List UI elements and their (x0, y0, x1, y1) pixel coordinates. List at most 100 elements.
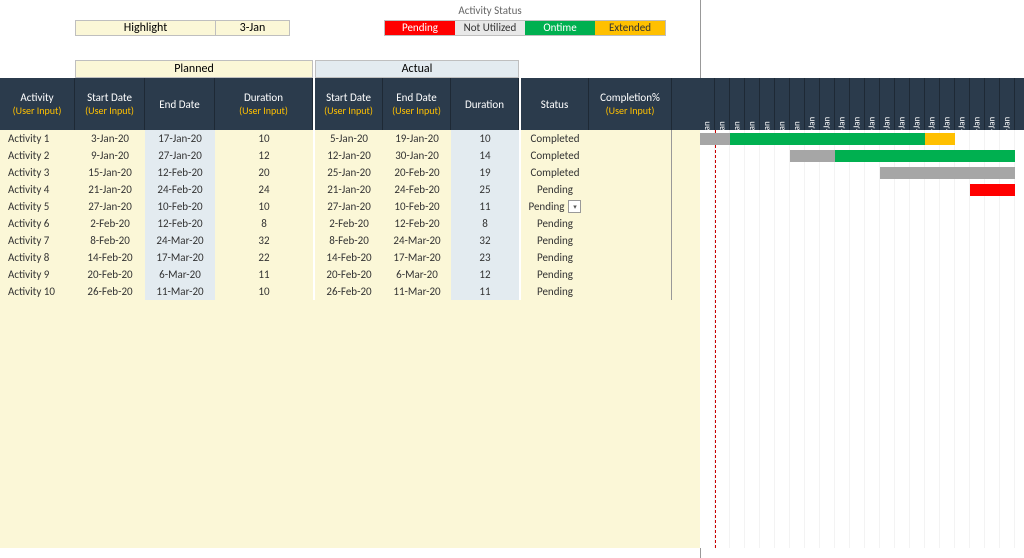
cell[interactable]: 24 (215, 181, 313, 198)
cell[interactable]: 10 (215, 283, 313, 300)
cell[interactable]: Activity 10 (0, 283, 75, 300)
cell[interactable]: 8 (451, 215, 519, 232)
cell[interactable]: 5-Jan-20 (315, 130, 383, 147)
cell[interactable]: 2-Feb-20 (75, 215, 145, 232)
cell[interactable] (589, 130, 672, 147)
cell[interactable]: 17-Mar-20 (145, 249, 215, 266)
cell[interactable]: Pending (521, 215, 589, 232)
cell[interactable]: 15-Jan-20 (75, 164, 145, 181)
cell[interactable]: 25 (451, 181, 519, 198)
cell[interactable]: Pending (521, 249, 589, 266)
cell[interactable] (589, 266, 672, 283)
cell[interactable]: 17-Jan-20 (145, 130, 215, 147)
cell[interactable]: 6-Mar-20 (383, 266, 451, 283)
gantt-bar[interactable] (790, 150, 835, 162)
cell[interactable]: 20 (215, 164, 313, 181)
cell[interactable]: 10-Feb-20 (145, 198, 215, 215)
cell[interactable]: 20-Feb-20 (75, 266, 145, 283)
cell[interactable] (589, 198, 672, 215)
cell[interactable]: 27-Jan-20 (145, 147, 215, 164)
cell[interactable]: Pending (521, 266, 589, 283)
cell[interactable]: 11-Mar-20 (383, 283, 451, 300)
cell[interactable]: 25-Jan-20 (315, 164, 383, 181)
cell[interactable]: 14 (451, 147, 519, 164)
cell[interactable]: Pending (521, 232, 589, 249)
highlight-date-cell[interactable]: 3-Jan (216, 21, 289, 35)
cell[interactable]: 23 (451, 249, 519, 266)
cell[interactable]: 8 (215, 215, 313, 232)
gantt-bar[interactable] (970, 184, 1015, 196)
cell[interactable]: 22 (215, 249, 313, 266)
cell[interactable]: 14-Feb-20 (315, 249, 383, 266)
cell[interactable]: 11 (451, 198, 519, 215)
cell[interactable]: 8-Feb-20 (75, 232, 145, 249)
cell[interactable]: 11 (215, 266, 313, 283)
cell[interactable]: 24-Mar-20 (145, 232, 215, 249)
cell[interactable]: Completed (521, 164, 589, 181)
gantt-bar[interactable] (700, 133, 730, 145)
cell[interactable]: 12-Feb-20 (145, 215, 215, 232)
cell[interactable] (589, 232, 672, 249)
cell[interactable]: 14-Feb-20 (75, 249, 145, 266)
cell[interactable]: Completed (521, 130, 589, 147)
cell[interactable]: 24-Feb-20 (383, 181, 451, 198)
cell[interactable]: 24-Mar-20 (383, 232, 451, 249)
cell[interactable]: 2-Feb-20 (315, 215, 383, 232)
cell[interactable]: Pending▾ (521, 198, 589, 215)
cell[interactable]: 27-Jan-20 (315, 198, 383, 215)
cell[interactable]: Activity 3 (0, 164, 75, 181)
cell[interactable]: Activity 9 (0, 266, 75, 283)
header-actual-start: Start Date(User Input) (315, 78, 383, 130)
cell[interactable] (589, 215, 672, 232)
cell[interactable]: 12 (451, 266, 519, 283)
cell[interactable]: 12 (215, 147, 313, 164)
cell[interactable]: Pending (521, 181, 589, 198)
cell[interactable]: Completed (521, 147, 589, 164)
cell[interactable]: Activity 1 (0, 130, 75, 147)
cell[interactable]: 21-Jan-20 (315, 181, 383, 198)
cell[interactable]: Activity 4 (0, 181, 75, 198)
cell[interactable]: 10 (451, 130, 519, 147)
cell[interactable] (589, 164, 672, 181)
cell[interactable]: Activity 6 (0, 215, 75, 232)
gantt-bar[interactable] (880, 167, 1015, 179)
cell[interactable]: 30-Jan-20 (383, 147, 451, 164)
status-dropdown-button[interactable]: ▾ (568, 200, 581, 213)
cell[interactable]: 11-Mar-20 (145, 283, 215, 300)
cell[interactable]: 10-Feb-20 (383, 198, 451, 215)
cell[interactable]: 27-Jan-20 (75, 198, 145, 215)
cell[interactable]: 19 (451, 164, 519, 181)
cell[interactable] (589, 147, 672, 164)
cell[interactable] (589, 283, 672, 300)
gantt-bar[interactable] (835, 150, 1015, 162)
cell[interactable]: 17-Mar-20 (383, 249, 451, 266)
cell[interactable]: 12-Feb-20 (383, 215, 451, 232)
cell[interactable]: 20-Feb-20 (383, 164, 451, 181)
cell[interactable] (589, 249, 672, 266)
cell[interactable]: 32 (451, 232, 519, 249)
cell[interactable]: Activity 5 (0, 198, 75, 215)
cell[interactable]: Activity 8 (0, 249, 75, 266)
cell[interactable]: 3-Jan-20 (75, 130, 145, 147)
cell[interactable]: Activity 7 (0, 232, 75, 249)
cell[interactable]: 26-Feb-20 (315, 283, 383, 300)
gantt-bar[interactable] (925, 133, 955, 145)
cell[interactable]: 8-Feb-20 (315, 232, 383, 249)
cell[interactable]: 20-Feb-20 (315, 266, 383, 283)
cell[interactable]: 10 (215, 198, 313, 215)
cell[interactable]: 12-Feb-20 (145, 164, 215, 181)
cell[interactable]: 10 (215, 130, 313, 147)
cell[interactable]: 21-Jan-20 (75, 181, 145, 198)
cell[interactable] (589, 181, 672, 198)
cell[interactable]: 12-Jan-20 (315, 147, 383, 164)
cell[interactable]: 11 (451, 283, 519, 300)
cell[interactable]: 26-Feb-20 (75, 283, 145, 300)
cell[interactable]: Pending (521, 283, 589, 300)
cell[interactable]: 19-Jan-20 (383, 130, 451, 147)
cell[interactable]: Activity 2 (0, 147, 75, 164)
cell[interactable]: 9-Jan-20 (75, 147, 145, 164)
cell[interactable]: 24-Feb-20 (145, 181, 215, 198)
cell[interactable]: 6-Mar-20 (145, 266, 215, 283)
cell[interactable]: 32 (215, 232, 313, 249)
gantt-bar[interactable] (730, 133, 925, 145)
